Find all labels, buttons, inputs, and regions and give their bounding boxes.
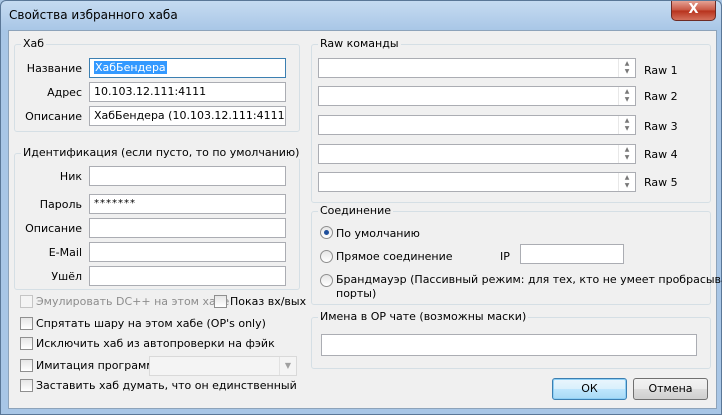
connection-firewall-radio[interactable] (320, 274, 333, 287)
hub-name-input[interactable]: ХабБендера (89, 58, 286, 78)
spinner-arrows-icon[interactable]: ▲ ▼ (618, 87, 635, 105)
password-input[interactable]: ******* (89, 194, 286, 214)
cancel-button[interactable]: Отмена (633, 378, 708, 400)
hub-address-input[interactable]: 10.103.12.111:4111 (89, 82, 286, 102)
connection-default-label: По умолчанию (336, 227, 420, 240)
raw-2-input[interactable]: ▲ ▼ (318, 86, 636, 106)
exclude-autocheck-checkbox[interactable] (20, 337, 33, 350)
nick-label: Ник (59, 170, 82, 183)
raw-4-input[interactable]: ▲ ▼ (318, 144, 636, 164)
spinner-arrows-icon[interactable]: ▲ ▼ (618, 173, 635, 191)
show-joins-checkbox[interactable] (214, 295, 227, 308)
ip-label: IP (500, 250, 510, 263)
connection-firewall-label-line2: порты) (336, 287, 377, 300)
nick-input[interactable] (89, 166, 286, 186)
hub-description-input[interactable]: ХабБендера (10.103.12.111:4111) (89, 106, 286, 126)
email-input[interactable] (89, 242, 286, 262)
show-joins-label: Показ вх/вых (230, 295, 307, 308)
connection-direct-label: Прямое соединение (336, 250, 453, 263)
connection-direct-radio[interactable] (320, 250, 333, 263)
imitation-label: Имитация программы (36, 359, 164, 372)
hub-description-label: Описание (25, 110, 82, 123)
chevron-down-icon: ▼ (279, 357, 296, 375)
raw-4-label: Raw 4 (644, 148, 678, 161)
raw-5-input[interactable]: ▲ ▼ (318, 172, 636, 192)
identification-legend: Идентификация (если пусто, то по умолчан… (21, 146, 302, 159)
spinner-arrows-icon[interactable]: ▲ ▼ (618, 59, 635, 77)
password-label: Пароль (39, 198, 82, 211)
spinner-arrows-icon[interactable]: ▲ ▼ (618, 116, 635, 134)
only-hub-checkbox[interactable] (20, 379, 33, 392)
spinner-arrows-icon[interactable]: ▲ ▼ (618, 145, 635, 163)
dialog-window: Свойства избранного хаба X Хаб Название … (0, 0, 722, 415)
op-chat-input[interactable] (321, 334, 697, 356)
raw-1-label: Raw 1 (644, 64, 678, 77)
close-icon: X (688, 2, 699, 17)
email-label: E-Mail (48, 246, 82, 259)
ip-input[interactable] (520, 244, 624, 264)
user-description-input[interactable] (89, 218, 286, 238)
hide-share-label: Спрятать шару на этом хабе (OP's only) (36, 317, 266, 330)
imitation-checkbox[interactable] (20, 359, 33, 372)
emulate-dc-checkbox[interactable] (20, 295, 33, 308)
user-description-label: Описание (25, 222, 82, 235)
raw-1-input[interactable]: ▲ ▼ (318, 58, 636, 78)
connection-default-radio[interactable] (320, 226, 333, 239)
hub-group-legend: Хаб (21, 37, 47, 50)
close-button[interactable]: X (671, 1, 716, 21)
emulate-dc-label: Эмулировать DC++ на этом хабе (36, 295, 230, 308)
dialog-client-area: Хаб Название ХабБендера Адрес 10.103.12.… (8, 30, 722, 409)
raw-commands-legend: Raw команды (318, 37, 401, 50)
only-hub-label: Заставить хаб думать, что он единственны… (36, 379, 297, 392)
away-label: Ушёл (51, 270, 82, 283)
hub-name-value: ХабБендера (94, 61, 167, 74)
op-chat-legend: Имена в OP чате (возможны маски) (318, 310, 529, 323)
raw-3-label: Raw 3 (644, 120, 678, 133)
raw-3-input[interactable]: ▲ ▼ (318, 115, 636, 135)
imitation-select[interactable]: ▼ (149, 356, 297, 376)
window-title: Свойства избранного хаба (9, 8, 178, 22)
hide-share-checkbox[interactable] (20, 317, 33, 330)
exclude-autocheck-label: Исключить хаб из автопроверки на фэйк (36, 337, 275, 350)
ok-button[interactable]: ОК (552, 378, 627, 400)
raw-2-label: Raw 2 (644, 90, 678, 103)
connection-firewall-label-line1: Брандмауэр (Пассивный режим: для тех, кт… (336, 273, 722, 286)
raw-5-label: Raw 5 (644, 176, 678, 189)
hub-address-label: Адрес (47, 86, 82, 99)
connection-legend: Соединение (318, 204, 394, 217)
hub-name-label: Название (26, 62, 82, 75)
away-input[interactable] (89, 266, 286, 286)
